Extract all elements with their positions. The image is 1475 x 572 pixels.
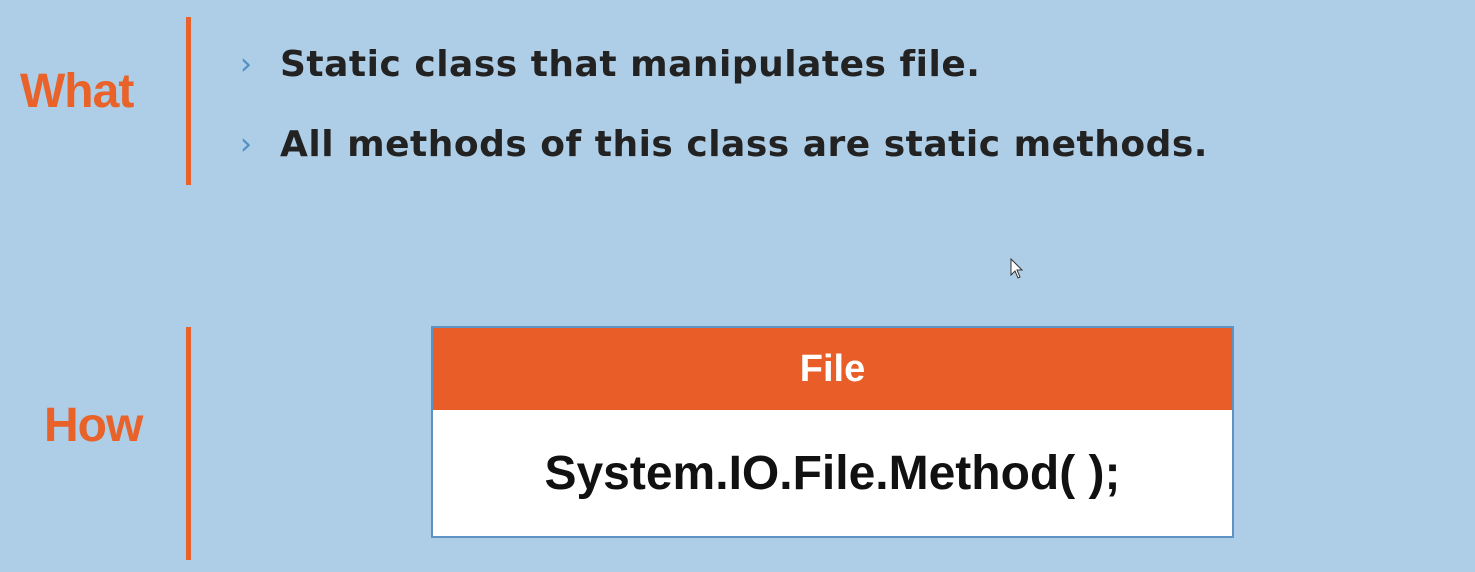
what-bullet-item: › Static class that manipulates file. <box>240 44 980 85</box>
how-heading: How <box>44 399 143 452</box>
file-box-code: System.IO.File.Method( ); <box>544 446 1121 500</box>
what-bullet-item: › All methods of this class are static m… <box>240 124 1208 165</box>
chevron-right-icon: › <box>240 46 252 82</box>
what-heading: What <box>20 65 134 118</box>
chevron-right-icon: › <box>240 126 252 162</box>
mouse-pointer-icon <box>1010 258 1024 279</box>
what-bullet-text: All methods of this class are static met… <box>280 124 1208 165</box>
how-divider <box>186 327 191 560</box>
file-box-header: File <box>433 328 1232 410</box>
what-divider <box>186 17 191 185</box>
what-bullet-text: Static class that manipulates file. <box>280 44 981 85</box>
file-class-box: File System.IO.File.Method( ); <box>431 326 1234 538</box>
